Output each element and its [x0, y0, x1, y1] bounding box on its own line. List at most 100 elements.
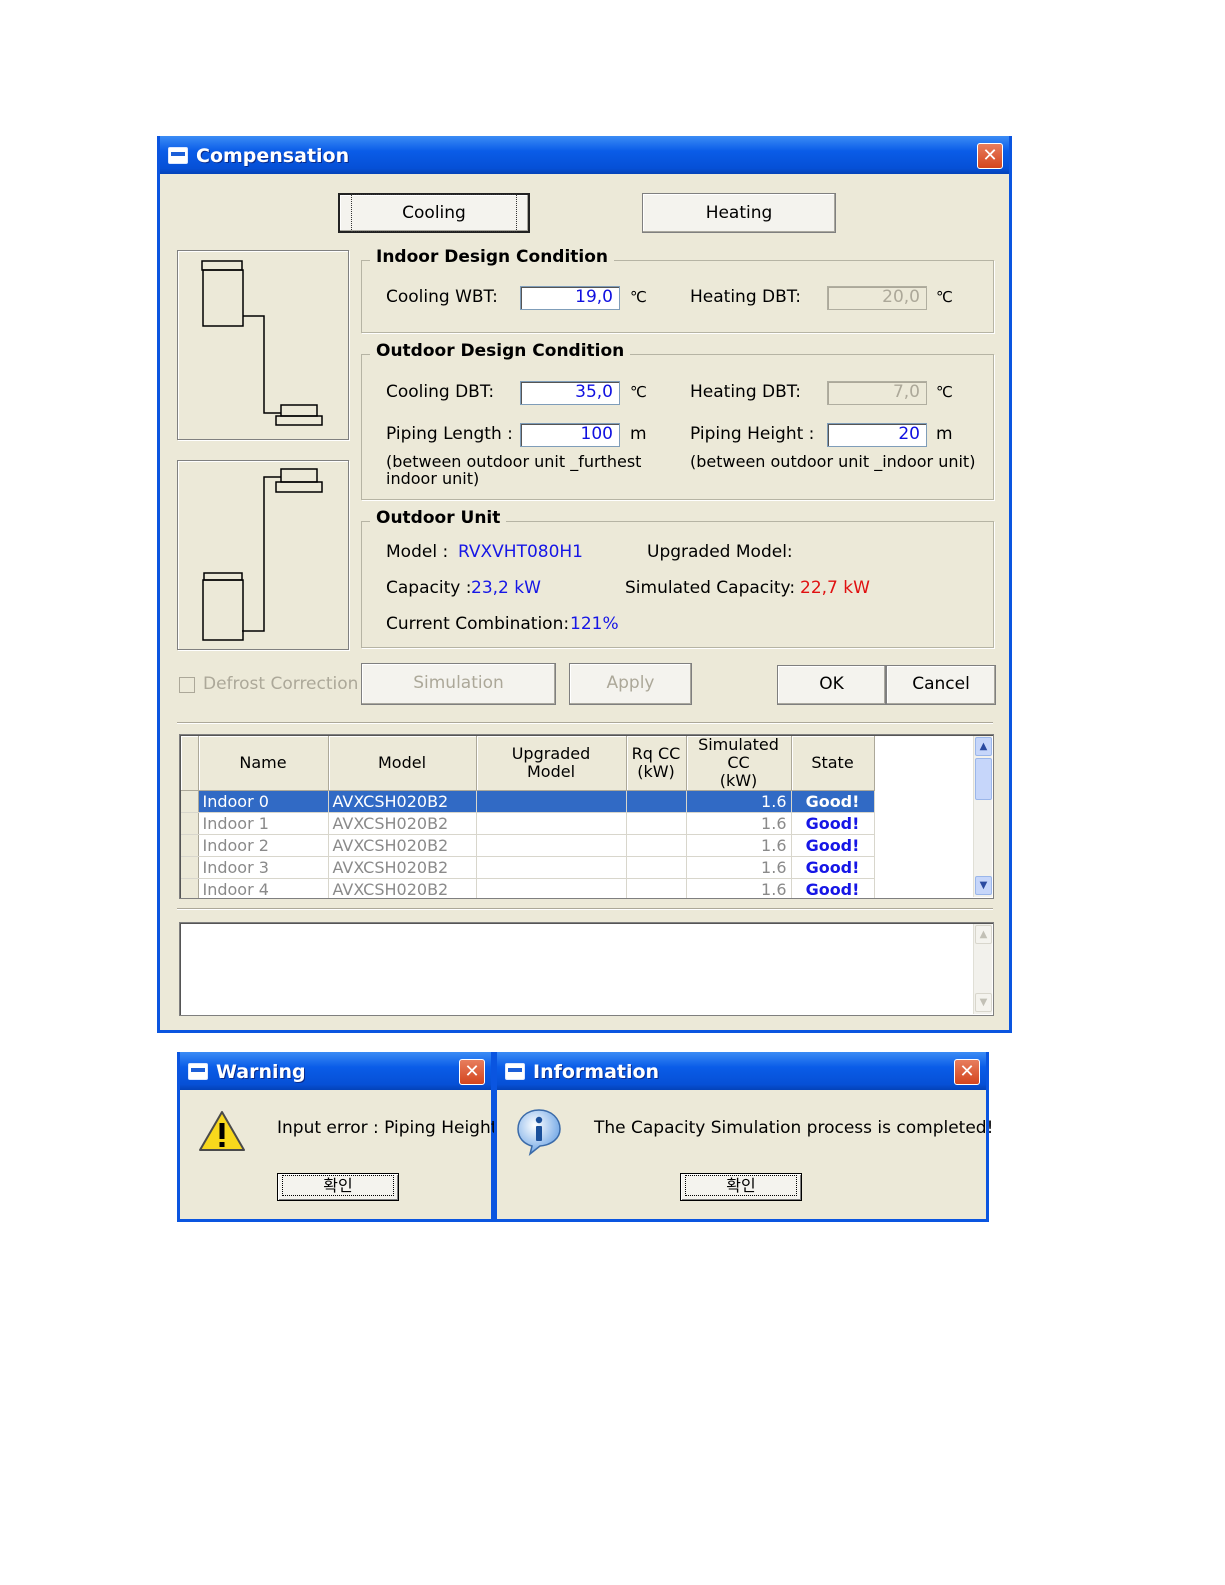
cooling-wbt-unit: ℃	[630, 288, 647, 306]
row-header[interactable]	[181, 856, 199, 879]
capacity-label: Capacity :	[386, 578, 472, 598]
ok-button-label: OK	[819, 674, 844, 694]
information-confirm-label: 확인	[685, 1175, 797, 1196]
warning-title-bar[interactable]: Warning ✕	[180, 1052, 491, 1090]
cell-simulated-cc: 1.6	[686, 834, 792, 857]
cell-state: Good!	[791, 856, 875, 879]
cell-simulated-cc: 1.6	[686, 812, 792, 835]
cancel-button[interactable]: Cancel	[886, 665, 996, 705]
simulation-button[interactable]: Simulation	[361, 663, 556, 705]
scroll-thumb[interactable]	[975, 758, 992, 800]
cell-model: AVXCSH020B2	[328, 856, 477, 879]
indoor-units-table: Name Model Upgraded Model Rq CC (kW) Sim…	[181, 736, 875, 898]
bottom-unit-diagram	[177, 460, 349, 650]
compensation-dialog: Compensation ✕ Cooling Heating Indoor De…	[157, 136, 1012, 1033]
scroll-up-arrow-icon[interactable]: ▲	[975, 737, 992, 756]
column-header-upgraded-label-2: Model	[526, 762, 576, 781]
table-row[interactable]: Indoor 3 AVXCSH020B2 1.6 Good!	[181, 856, 875, 879]
piping-length-input[interactable]: 100	[520, 423, 620, 447]
column-header-model[interactable]: Model	[328, 736, 477, 791]
heating-button-label: Heating	[705, 203, 773, 223]
outdoor-above-indoor-diagram	[201, 260, 323, 426]
message-scroll-up-arrow-icon[interactable]: ▲	[975, 925, 992, 944]
cooling-wbt-label: Cooling WBT:	[386, 287, 498, 307]
outdoor-heating-dbt-input: 7,0	[827, 381, 927, 405]
table-row[interactable]: Indoor 4 AVXCSH020B2 1.6 Good!	[181, 878, 875, 898]
row-header[interactable]	[181, 812, 199, 835]
column-header-name-label: Name	[239, 753, 287, 772]
warning-confirm-button[interactable]: 확인	[277, 1173, 399, 1201]
heating-button[interactable]: Heating	[642, 193, 836, 233]
simulated-capacity-value: 22,7 kW	[800, 578, 870, 598]
column-header-rq-cc[interactable]: Rq CC (kW)	[626, 736, 687, 791]
defrost-correction-checkbox[interactable]	[179, 677, 195, 693]
information-title: Information	[533, 1061, 660, 1083]
column-header-simcc-label-2: (kW)	[719, 771, 758, 790]
apply-button-label: Apply	[606, 673, 655, 693]
defrost-correction-label: Defrost Correction	[203, 674, 359, 694]
title-bar[interactable]: Compensation ✕	[160, 136, 1009, 174]
simulated-capacity-label: Simulated Capacity:	[625, 578, 796, 598]
row-header[interactable]	[181, 834, 199, 857]
grid-header-row: Name Model Upgraded Model Rq CC (kW) Sim…	[181, 736, 875, 791]
cell-simulated-cc: 1.6	[686, 790, 792, 813]
cooling-button-label: Cooling	[351, 194, 517, 232]
cell-name: Indoor 3	[198, 856, 329, 879]
scroll-down-arrow-icon[interactable]: ▼	[975, 876, 992, 895]
outdoor-unit-title: Outdoor Unit	[370, 508, 507, 528]
cell-model: AVXCSH020B2	[328, 812, 477, 835]
outdoor-heating-dbt-unit: ℃	[936, 383, 953, 401]
cell-upgraded-model	[476, 812, 627, 835]
column-header-state[interactable]: State	[791, 736, 875, 791]
table-row[interactable]: Indoor 1 AVXCSH020B2 1.6 Good!	[181, 812, 875, 835]
table-row[interactable]: Indoor 2 AVXCSH020B2 1.6 Good!	[181, 834, 875, 857]
indoor-units-grid[interactable]: Name Model Upgraded Model Rq CC (kW) Sim…	[179, 734, 994, 899]
cooling-dbt-input[interactable]: 35,0	[520, 381, 620, 405]
close-button[interactable]: ✕	[977, 143, 1003, 169]
message-textarea[interactable]: ▲ ▼	[179, 922, 994, 1016]
cell-name: Indoor 1	[198, 812, 329, 835]
cooling-dbt-unit: ℃	[630, 383, 647, 401]
information-title-bar[interactable]: Information ✕	[497, 1052, 986, 1090]
information-confirm-button[interactable]: 확인	[680, 1173, 802, 1201]
indoor-heating-dbt-unit: ℃	[936, 288, 953, 306]
column-header-name[interactable]: Name	[198, 736, 329, 791]
outdoor-heating-dbt-label: Heating DBT:	[690, 382, 802, 402]
ok-button[interactable]: OK	[777, 665, 886, 705]
cooling-button[interactable]: Cooling	[338, 193, 530, 233]
cell-model: AVXCSH020B2	[328, 790, 477, 813]
column-header-state-label: State	[811, 753, 854, 772]
piping-length-label: Piping Length :	[386, 424, 513, 444]
apply-button[interactable]: Apply	[569, 663, 692, 705]
column-header-rqcc-label-2: (kW)	[637, 762, 675, 781]
column-header-rqcc-label-1: Rq CC	[631, 744, 681, 763]
capacity-value: 23,2 kW	[471, 578, 541, 598]
column-header-simulated-cc[interactable]: Simulated CC (kW)	[686, 736, 792, 791]
piping-height-input[interactable]: 20	[827, 423, 927, 447]
app-icon	[168, 147, 188, 164]
warning-close-button[interactable]: ✕	[459, 1059, 485, 1085]
warning-confirm-label: 확인	[282, 1175, 394, 1196]
cell-state: Good!	[791, 812, 875, 835]
column-header-upgraded-model[interactable]: Upgraded Model	[476, 736, 627, 791]
row-header[interactable]	[181, 878, 199, 898]
message-vertical-scrollbar[interactable]: ▲ ▼	[973, 924, 992, 1014]
information-message: The Capacity Simulation process is compl…	[594, 1118, 994, 1138]
table-row[interactable]: Indoor 0 AVXCSH020B2 1.6 Good!	[181, 790, 875, 813]
cooling-wbt-input[interactable]: 19,0	[520, 286, 620, 310]
cell-simulated-cc: 1.6	[686, 856, 792, 879]
row-header-corner	[181, 736, 199, 791]
simulation-button-label: Simulation	[413, 673, 504, 693]
cell-name: Indoor 4	[198, 878, 329, 898]
cooling-dbt-label: Cooling DBT:	[386, 382, 495, 402]
indoor-design-title: Indoor Design Condition	[370, 247, 615, 267]
window-icon	[505, 1063, 525, 1080]
row-header[interactable]	[181, 790, 199, 813]
message-scroll-down-arrow-icon[interactable]: ▼	[975, 993, 992, 1012]
cell-rq-cc	[626, 878, 687, 898]
cell-upgraded-model	[476, 878, 627, 898]
information-close-button[interactable]: ✕	[954, 1059, 980, 1085]
cell-name: Indoor 2	[198, 834, 329, 857]
warning-title: Warning	[216, 1061, 306, 1083]
grid-vertical-scrollbar[interactable]: ▲ ▼	[973, 736, 992, 897]
